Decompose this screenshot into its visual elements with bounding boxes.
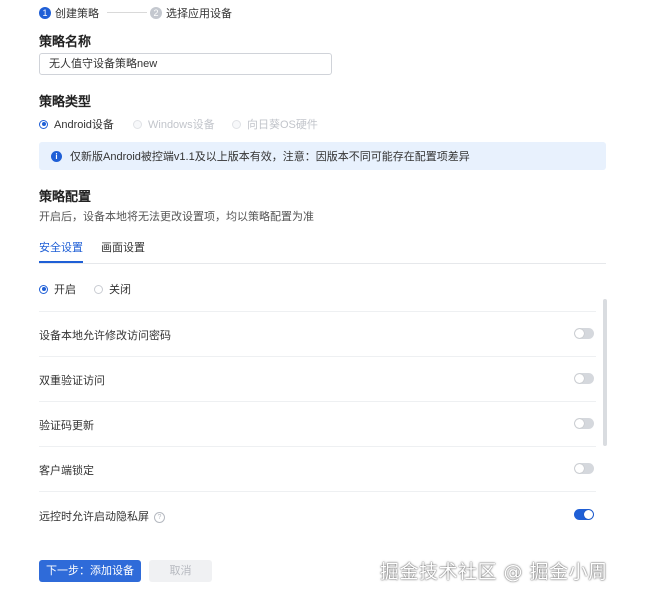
setting-label: 客户端锁定 [39,465,94,477]
watermark: 掘金技术社区 @ 掘金小周 [380,561,608,583]
step-create-policy: 1 创建策略 [39,6,99,20]
setting-label-text: 远控时允许启动隐私屏 [39,511,149,523]
setting-row-code-update: 验证码更新 [39,402,596,447]
radio-disable[interactable]: 关闭 [94,282,131,296]
radio-dot [94,284,103,294]
step-number: 2 [150,7,162,19]
toggle-client-lock[interactable] [574,463,594,474]
radio-label: Windows设备 [148,119,215,131]
step-number: 1 [39,7,51,19]
toggle-modify-password[interactable] [574,328,594,339]
toggle-code-update[interactable] [574,418,594,429]
info-icon: i [51,150,62,162]
policy-config-label: 策略配置 [39,189,92,204]
setting-row-two-factor: 双重验证访问 [39,357,596,402]
radio-enable[interactable]: 开启 [39,282,76,296]
scrollbar[interactable] [603,299,607,446]
setting-row-client-lock: 客户端锁定 [39,447,596,492]
radio-label: 开启 [54,284,76,296]
help-icon[interactable]: ? [154,511,165,523]
setting-label: 设备本地允许修改访问密码 [39,330,171,342]
radio-windows[interactable]: Windows设备 [133,117,215,131]
radio-dot [133,119,142,129]
policy-config-desc: 开启后，设备本地将无法更改设置项，均以策略配置为准 [39,211,314,223]
policy-name-input[interactable]: 无人值守设备策略new [39,53,332,75]
radio-label: 关闭 [109,284,131,296]
setting-row-modify-password: 设备本地允许修改访问密码 [39,311,596,357]
radio-label: 向日葵OS硬件 [247,119,318,131]
step-label: 选择应用设备 [166,8,232,20]
setting-label: 验证码更新 [39,420,94,432]
setting-row-privacy-screen: 远控时允许启动隐私屏? [39,492,596,536]
policy-type-label: 策略类型 [39,94,92,109]
version-notice: i 仅新版Android被控端v1.1及以上版本有效，注意：因版本不同可能存在配… [39,142,606,170]
setting-label: 远控时允许启动隐私屏? [39,508,165,524]
tab-security-settings[interactable]: 安全设置 [39,241,83,263]
radio-dot [39,119,48,129]
policy-name-label: 策略名称 [39,34,92,49]
step-label: 创建策略 [55,8,99,20]
radio-label: Android设备 [54,119,114,131]
cancel-button[interactable]: 取消 [149,560,212,582]
config-tabs: 安全设置 画面设置 [39,241,606,264]
next-add-device-button[interactable]: 下一步：添加设备 [39,560,141,582]
toggle-privacy-screen[interactable] [574,509,594,520]
radio-dot [232,119,241,129]
radio-dot [39,284,48,294]
step-divider [107,12,147,13]
toggle-two-factor[interactable] [574,373,594,384]
radio-sunflower-os[interactable]: 向日葵OS硬件 [232,117,318,131]
radio-android[interactable]: Android设备 [39,117,114,131]
setting-label: 双重验证访问 [39,375,105,387]
notice-text: 仅新版Android被控端v1.1及以上版本有效，注意：因版本不同可能存在配置项… [70,151,470,163]
step-select-devices: 2 选择应用设备 [150,6,232,20]
tab-screen-settings[interactable]: 画面设置 [101,241,145,261]
